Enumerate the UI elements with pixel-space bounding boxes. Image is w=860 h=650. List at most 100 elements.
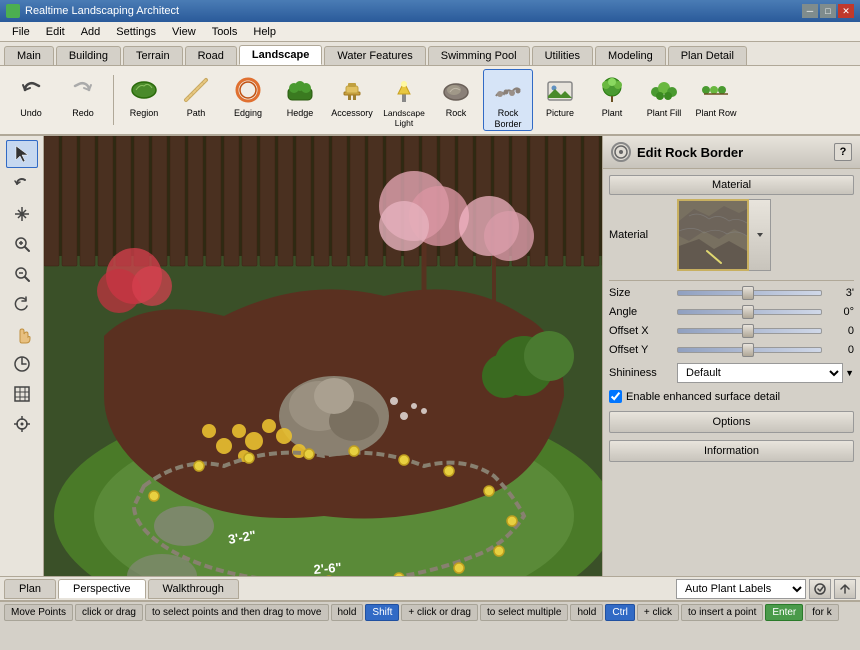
toolbar-divider-1 — [113, 75, 114, 125]
titlebar: Realtime Landscaping Architect ─ □ ✕ — [0, 0, 860, 22]
menu-tools[interactable]: Tools — [204, 24, 246, 40]
main-content: 3'-2" 2'-6" ✋ — [0, 136, 860, 576]
status-enter-label: Enter — [765, 604, 803, 621]
left-zoom-out-tool[interactable] — [6, 260, 38, 288]
tool-plant-fill[interactable]: Plant Fill — [639, 69, 689, 131]
toolbar: Undo Redo Region Path — [0, 66, 860, 136]
menu-view[interactable]: View — [164, 24, 204, 40]
menu-help[interactable]: Help — [245, 24, 284, 40]
offset-x-slider-thumb[interactable] — [742, 324, 754, 338]
canvas-area[interactable]: 3'-2" 2'-6" ✋ — [44, 136, 602, 576]
tab-main[interactable]: Main — [4, 46, 54, 65]
tab-plan[interactable]: Plan — [4, 579, 56, 599]
angle-slider[interactable] — [677, 309, 822, 315]
left-snap-tool[interactable] — [6, 410, 38, 438]
tab-walkthrough[interactable]: Walkthrough — [148, 579, 239, 599]
bottom-icon-btn-2[interactable] — [834, 579, 856, 599]
tab-perspective[interactable]: Perspective — [58, 579, 145, 599]
tab-terrain[interactable]: Terrain — [123, 46, 183, 65]
status-click-drag: click or drag — [75, 604, 143, 621]
left-toolbar — [0, 136, 44, 576]
close-button[interactable]: ✕ — [838, 4, 854, 18]
bottom-tabs: Plan Perspective Walkthrough Auto Plant … — [0, 576, 860, 600]
options-button[interactable]: Options — [609, 411, 854, 433]
left-zoom-tool[interactable] — [6, 230, 38, 258]
status-hold-ctrl: hold — [570, 604, 603, 621]
plant-labels-dropdown[interactable]: Auto Plant Labels Show All Labels Hide A… — [676, 579, 806, 599]
shininess-dropdown-icon: ▼ — [845, 368, 854, 378]
tool-plant[interactable]: Plant — [587, 69, 637, 131]
tool-picture[interactable]: Picture — [535, 69, 585, 131]
status-select-multiple: to select multiple — [480, 604, 568, 621]
maximize-button[interactable]: □ — [820, 4, 836, 18]
material-section-header[interactable]: Material — [609, 175, 854, 195]
enhanced-surface-checkbox[interactable] — [609, 390, 622, 403]
menu-settings[interactable]: Settings — [108, 24, 164, 40]
enhanced-surface-label: Enable enhanced surface detail — [626, 391, 780, 403]
tab-road[interactable]: Road — [185, 46, 237, 65]
app-icon — [6, 4, 20, 18]
main-tabs: Main Building Terrain Road Landscape Wat… — [0, 42, 860, 66]
material-preview[interactable] — [677, 199, 749, 271]
offset-x-value: 0 — [826, 325, 854, 337]
tool-plant-row[interactable]: Plant Row — [691, 69, 741, 131]
material-row: Material — [609, 199, 854, 271]
offset-x-label: Offset X — [609, 325, 677, 337]
tool-rock-border[interactable]: Rock Border — [483, 69, 533, 131]
angle-slider-thumb[interactable] — [742, 305, 754, 319]
left-pan-tool[interactable] — [6, 200, 38, 228]
left-rotate-tool[interactable] — [6, 290, 38, 318]
shininess-label: Shininess — [609, 367, 677, 379]
tab-plan-detail[interactable]: Plan Detail — [668, 46, 747, 65]
enhanced-surface-row: Enable enhanced surface detail — [609, 390, 854, 403]
tool-accessory[interactable]: Accessory — [327, 69, 377, 131]
material-dropdown-button[interactable] — [749, 199, 771, 271]
minimize-button[interactable]: ─ — [802, 4, 818, 18]
offset-y-slider-thumb[interactable] — [742, 343, 754, 357]
tool-landscape-light[interactable]: Landscape Light — [379, 69, 429, 131]
status-select-desc: to select points and then drag to move — [145, 604, 329, 621]
tab-modeling[interactable]: Modeling — [595, 46, 666, 65]
tool-path[interactable]: Path — [171, 69, 221, 131]
tool-region[interactable]: Region — [119, 69, 169, 131]
offset-x-row: Offset X 0 — [609, 325, 854, 337]
material-picker[interactable] — [677, 199, 771, 271]
offset-x-slider-container: 0 — [677, 325, 854, 337]
tab-swimming-pool[interactable]: Swimming Pool — [428, 46, 530, 65]
status-shift-label: Shift — [365, 604, 399, 621]
status-for-k: for k — [805, 604, 838, 621]
left-measure-tool[interactable] — [6, 350, 38, 378]
size-slider[interactable] — [677, 290, 822, 296]
status-insert-point: to insert a point — [681, 604, 763, 621]
left-select-tool[interactable] — [6, 140, 38, 168]
menu-edit[interactable]: Edit — [38, 24, 73, 40]
information-button[interactable]: Information — [609, 440, 854, 462]
status-hold-label: hold — [331, 604, 364, 621]
status-move-points: Move Points — [4, 604, 73, 621]
shininess-select[interactable]: Default Low Medium High — [677, 363, 843, 383]
redo-button[interactable]: Redo — [58, 69, 108, 131]
tab-water-features[interactable]: Water Features — [324, 46, 425, 65]
undo-button[interactable]: Undo — [6, 69, 56, 131]
help-button[interactable]: ? — [834, 143, 852, 161]
left-hand-tool[interactable] — [6, 320, 38, 348]
menu-file[interactable]: File — [4, 24, 38, 40]
status-ctrl-label: Ctrl — [605, 604, 635, 621]
offset-x-slider[interactable] — [677, 328, 822, 334]
tool-edging[interactable]: Edging — [223, 69, 273, 131]
left-grid-tool[interactable] — [6, 380, 38, 408]
tab-building[interactable]: Building — [56, 46, 121, 65]
menu-add[interactable]: Add — [73, 24, 109, 40]
tool-rock[interactable]: Rock — [431, 69, 481, 131]
offset-y-slider[interactable] — [677, 347, 822, 353]
left-undo-tool[interactable] — [6, 170, 38, 198]
bottom-select-area: Auto Plant Labels Show All Labels Hide A… — [676, 579, 856, 599]
tool-hedge[interactable]: Hedge — [275, 69, 325, 131]
angle-value: 0° — [826, 306, 854, 318]
tab-utilities[interactable]: Utilities — [532, 46, 593, 65]
menubar: File Edit Add Settings View Tools Help — [0, 22, 860, 42]
size-slider-thumb[interactable] — [742, 286, 754, 300]
size-row: Size 3' — [609, 287, 854, 299]
tab-landscape[interactable]: Landscape — [239, 45, 322, 65]
bottom-icon-btn-1[interactable] — [809, 579, 831, 599]
